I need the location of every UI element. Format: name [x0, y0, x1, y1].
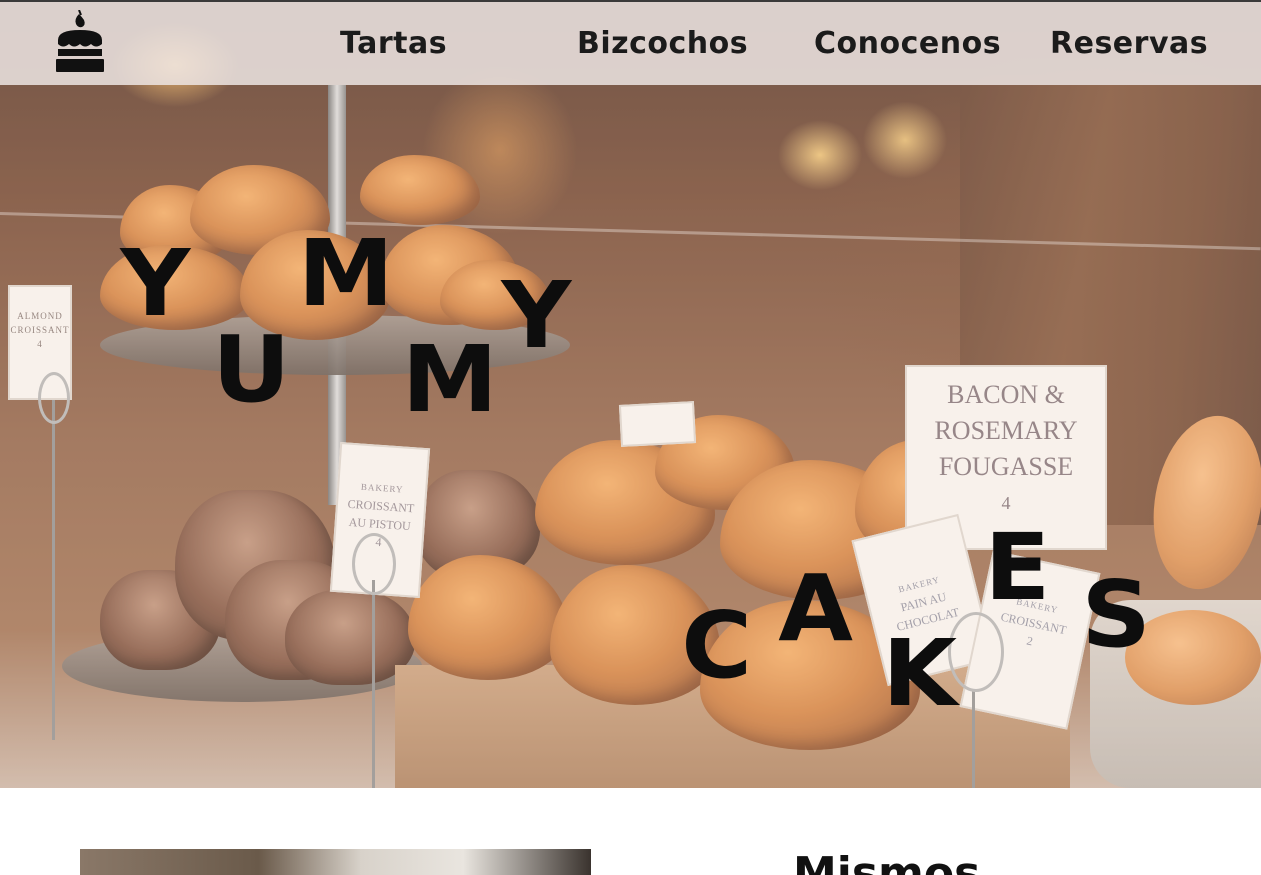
nav-link-bizcochos[interactable]: Bizcochos	[577, 26, 748, 61]
hero-letter-m: M	[401, 326, 498, 433]
section-title: Mismos	[793, 848, 981, 875]
hero-banner: ALMOND CROISSANT 4 BAKERY CROISSANT AU P…	[0, 0, 1261, 788]
hero-letter-y: Y	[120, 230, 191, 337]
nav-link-conocenos[interactable]: Conocenos	[814, 26, 1001, 61]
hero-tint	[0, 0, 1261, 788]
cake-icon[interactable]	[52, 9, 108, 74]
hero-letter-k: K	[882, 620, 958, 727]
hero-letter-s: S	[1081, 561, 1151, 668]
hero-letter-c: C	[681, 592, 753, 699]
hero-letter-m: M	[297, 220, 394, 327]
hero-letter-a: A	[778, 555, 853, 662]
nav-link-reservas[interactable]: Reservas	[1050, 26, 1208, 61]
hero-letter-e: E	[984, 514, 1051, 621]
hero-letter-u: U	[212, 316, 291, 423]
nav-link-tartas[interactable]: Tartas	[340, 26, 447, 61]
hero-letter-y: Y	[501, 262, 572, 369]
section-image	[80, 849, 591, 875]
navbar: Tartas Bizcochos Conocenos Reservas	[0, 0, 1261, 85]
